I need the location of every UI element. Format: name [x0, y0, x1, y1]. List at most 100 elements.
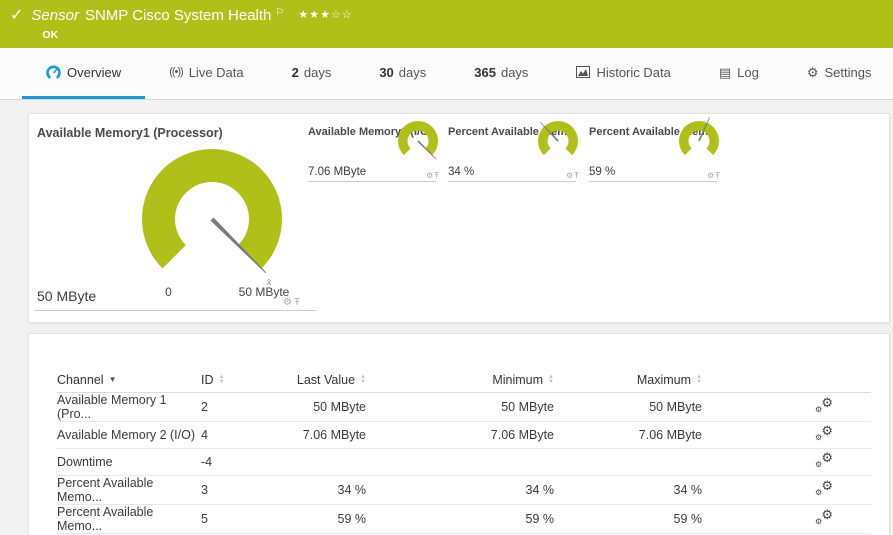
gauge-tile: Percent Available Mem... 59 % ⚙Ŧ	[589, 126, 717, 182]
pin-icon[interactable]: Ŧ	[574, 171, 580, 180]
live-data-icon: ((•))	[169, 66, 183, 78]
channel-minimum	[366, 448, 566, 475]
column-header-minimum[interactable]: Minimum▲▼	[366, 368, 566, 392]
channel-name[interactable]: Percent Available Memo...	[57, 475, 201, 504]
scale-min-label: 0	[165, 285, 172, 299]
gauge-tile: Available Memory2 (I/O) 7.06 MByte ⚙Ŧ	[308, 126, 436, 182]
tab-label: Log	[737, 65, 759, 80]
tab-historic-data[interactable]: Historic Data	[552, 48, 694, 99]
main-gauge: x̄ 0 50 MByte	[132, 143, 292, 303]
log-icon: ▤	[719, 66, 731, 79]
pin-icon[interactable]: Ŧ	[294, 297, 302, 308]
tile-value: 7.06 MByte	[308, 166, 366, 178]
sort-desc-icon: ▼	[109, 375, 117, 384]
tab-number: 365	[474, 65, 496, 80]
pin-icon[interactable]: Ŧ	[434, 171, 440, 180]
edit-channel-icon[interactable]: ⚙⚙	[815, 480, 833, 496]
tab-30-days[interactable]: 30 days	[355, 48, 450, 99]
tab-label: Historic Data	[596, 65, 670, 80]
edit-channel-icon[interactable]: ⚙⚙	[815, 397, 833, 413]
channel-minimum: 34 %	[366, 475, 566, 504]
tab-label: days	[501, 65, 528, 80]
object-kind-label: Sensor	[31, 7, 79, 25]
scale-max-label: 50 MByte	[239, 285, 290, 299]
main-gauge-title: Available Memory1 (Processor)	[37, 126, 223, 140]
column-header-last-value[interactable]: Last Value▲▼	[251, 368, 366, 392]
gear-icon[interactable]: ⚙	[707, 171, 715, 180]
channel-minimum: 50 MByte	[366, 392, 566, 421]
edit-channel-icon[interactable]: ⚙⚙	[815, 452, 833, 468]
table-row[interactable]: Downtime -4 ⚙⚙	[57, 448, 871, 475]
sensor-header: ✓ Sensor SNMP Cisco System Health ⚐ ★★★☆…	[0, 0, 893, 48]
tab-2-days[interactable]: 2 days	[268, 48, 356, 99]
tab-overview[interactable]: Overview	[22, 48, 145, 99]
table-row[interactable]: Percent Available Memo... 5 59 % 59 % 59…	[57, 504, 871, 533]
column-header-id[interactable]: ID▲▼	[201, 368, 251, 392]
small-gauge	[675, 119, 723, 167]
status-badge: OK	[42, 29, 352, 41]
channel-last-value: 7.06 MByte	[251, 421, 366, 448]
channel-maximum: 50 MByte	[566, 392, 726, 421]
channel-id: 5	[201, 504, 251, 533]
column-header-actions	[726, 368, 871, 392]
tab-number: 2	[292, 65, 299, 80]
table-row[interactable]: Available Memory 2 (I/O) 4 7.06 MByte 7.…	[57, 421, 871, 448]
channel-minimum: 7.06 MByte	[366, 421, 566, 448]
channel-maximum: 34 %	[566, 475, 726, 504]
priority-stars[interactable]: ★★★☆☆	[298, 6, 352, 24]
main-gauge-value: 50 MByte	[37, 288, 96, 304]
channel-name[interactable]: Available Memory 2 (I/O)	[57, 421, 201, 448]
column-header-maximum[interactable]: Maximum▲▼	[566, 368, 726, 392]
channel-maximum: 7.06 MByte	[566, 421, 726, 448]
channel-last-value: 50 MByte	[251, 392, 366, 421]
tile-value: 34 %	[448, 166, 474, 178]
tab-number: 30	[379, 65, 393, 80]
sort-icon: ▲▼	[696, 375, 702, 385]
channel-last-value: 34 %	[251, 475, 366, 504]
tab-live-data[interactable]: ((•)) Live Data	[145, 48, 267, 99]
flag-icon[interactable]: ⚐	[275, 4, 284, 22]
channels-panel: Channel▼ ID▲▼ Last Value▲▼ Minimum▲▼ Max…	[28, 333, 890, 535]
channel-maximum	[566, 448, 726, 475]
tab-bar: Overview ((•)) Live Data 2 days 30 days …	[0, 48, 893, 100]
gauge-action-icons: ⚙Ŧ	[707, 171, 721, 180]
edit-channel-icon[interactable]: ⚙⚙	[815, 509, 833, 525]
sort-icon: ▲▼	[548, 375, 554, 385]
gauge-action-icons: ⚙Ŧ	[566, 171, 580, 180]
tab-label: days	[399, 65, 426, 80]
channel-last-value	[251, 448, 366, 475]
column-header-channel[interactable]: Channel▼	[57, 368, 201, 392]
tab-label: days	[304, 65, 331, 80]
gauges-panel: Available Memory1 (Processor) x̄ 0 50 MB…	[28, 113, 890, 323]
edit-channel-icon[interactable]: ⚙⚙	[815, 425, 833, 441]
gear-icon[interactable]: ⚙	[283, 297, 294, 308]
gauge-tile: Percent Available Mem... 34 % ⚙Ŧ	[448, 126, 576, 182]
channel-maximum: 59 %	[566, 504, 726, 533]
channel-name[interactable]: Available Memory 1 (Pro...	[57, 392, 201, 421]
gauge-icon	[46, 65, 61, 80]
tab-label: Settings	[825, 65, 872, 80]
status-check-icon: ✓	[10, 7, 23, 25]
divider	[34, 310, 316, 311]
gear-icon[interactable]: ⚙	[566, 171, 574, 180]
table-row[interactable]: Available Memory 1 (Pro... 2 50 MByte 50…	[57, 392, 871, 421]
gauge-action-icons: ⚙Ŧ	[283, 297, 302, 308]
tile-value: 59 %	[589, 166, 615, 178]
pin-icon[interactable]: Ŧ	[715, 171, 721, 180]
small-gauge	[394, 119, 442, 167]
tab-365-days[interactable]: 365 days	[450, 48, 552, 99]
table-row[interactable]: Percent Available Memo... 3 34 % 34 % 34…	[57, 475, 871, 504]
tab-label: Live Data	[189, 65, 244, 80]
gear-icon[interactable]: ⚙	[426, 171, 434, 180]
chart-icon	[576, 66, 590, 78]
tab-log[interactable]: ▤ Log	[695, 48, 783, 99]
settings-gear-icon: ⚙	[807, 66, 819, 79]
small-gauge	[534, 119, 582, 167]
channel-id: -4	[201, 448, 251, 475]
sort-icon: ▲▼	[219, 375, 225, 385]
channel-last-value: 59 %	[251, 504, 366, 533]
channels-table: Channel▼ ID▲▼ Last Value▲▼ Minimum▲▼ Max…	[57, 368, 871, 534]
channel-name[interactable]: Downtime	[57, 448, 201, 475]
tab-settings[interactable]: ⚙ Settings	[783, 48, 893, 99]
channel-name[interactable]: Percent Available Memo...	[57, 504, 201, 533]
